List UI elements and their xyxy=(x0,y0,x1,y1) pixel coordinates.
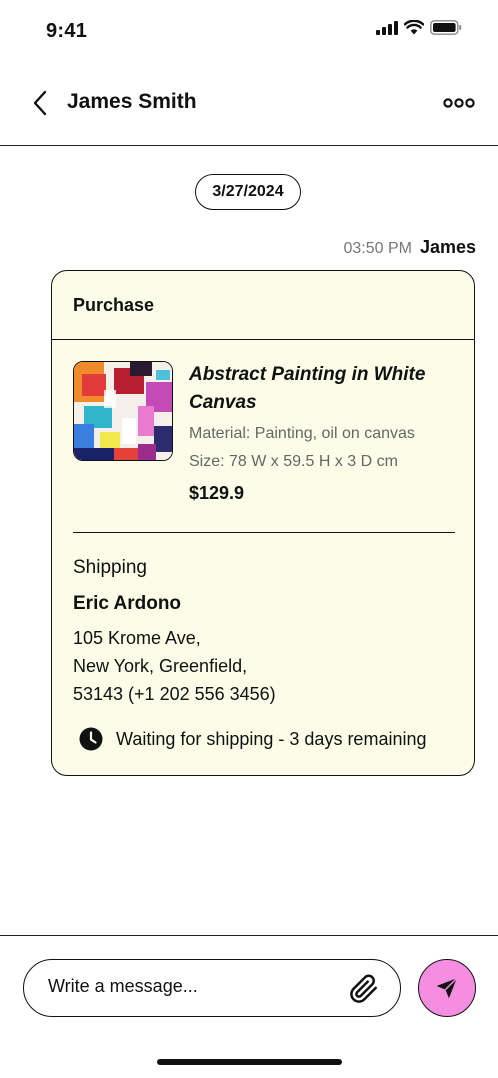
back-button[interactable] xyxy=(24,87,56,119)
product-material: Material: Painting, oil on canvas xyxy=(189,425,415,442)
shipping-status-text: Waiting for shipping - 3 days remaining xyxy=(116,728,427,749)
shipping-address: 105 Krome Ave, New York, Greenfield, 531… xyxy=(73,624,276,708)
home-indicator xyxy=(157,1059,342,1065)
status-icons xyxy=(376,20,462,35)
paperclip-icon xyxy=(350,974,377,1003)
message-time: 03:50 PM xyxy=(343,240,412,257)
clock-icon xyxy=(79,727,103,751)
product-thumbnail[interactable] xyxy=(73,361,173,461)
shipping-label: Shipping xyxy=(73,557,147,578)
status-time: 9:41 xyxy=(46,20,88,42)
more-options-button[interactable] xyxy=(442,90,476,116)
send-button[interactable] xyxy=(418,959,476,1017)
address-line: 53143 (+1 202 556 3456) xyxy=(73,684,276,704)
more-horizontal-icon xyxy=(443,98,475,108)
address-line: 105 Krome Ave, xyxy=(73,628,201,648)
chevron-left-icon xyxy=(33,90,47,116)
battery-icon xyxy=(430,20,462,35)
purchase-card[interactable]: Purchase Abstract Painting in White Canv… xyxy=(51,270,475,776)
product-size: Size: 78 W x 59.5 H x 3 D cm xyxy=(189,453,398,470)
cellular-signal-icon xyxy=(376,20,398,35)
product-name: Abstract Painting in White Canvas xyxy=(189,364,426,413)
date-separator: 3/27/2024 xyxy=(195,174,301,210)
purchase-card-title: Purchase xyxy=(52,271,474,340)
card-divider xyxy=(73,532,455,533)
message-composer xyxy=(0,935,498,1078)
product-info: Abstract Painting in White Canvas Materi… xyxy=(189,361,459,504)
message-input[interactable] xyxy=(46,975,330,998)
shipping-status: Waiting for shipping - 3 days remaining xyxy=(79,727,426,751)
status-bar: 9:41 xyxy=(0,0,498,62)
address-line: New York, Greenfield, xyxy=(73,656,248,676)
send-icon xyxy=(436,977,458,999)
message-meta: 03:50 PM James xyxy=(343,237,476,258)
chat-header: James Smith xyxy=(0,70,498,146)
contact-name: James Smith xyxy=(67,90,197,113)
shipping-recipient-name: Eric Ardono xyxy=(73,593,182,614)
message-sender: James xyxy=(419,237,476,257)
wifi-icon xyxy=(404,20,424,35)
abstract-painting-image xyxy=(74,362,172,460)
message-input-container[interactable] xyxy=(23,959,401,1017)
attach-button[interactable] xyxy=(348,973,380,1005)
product-price: $129.9 xyxy=(189,483,245,503)
